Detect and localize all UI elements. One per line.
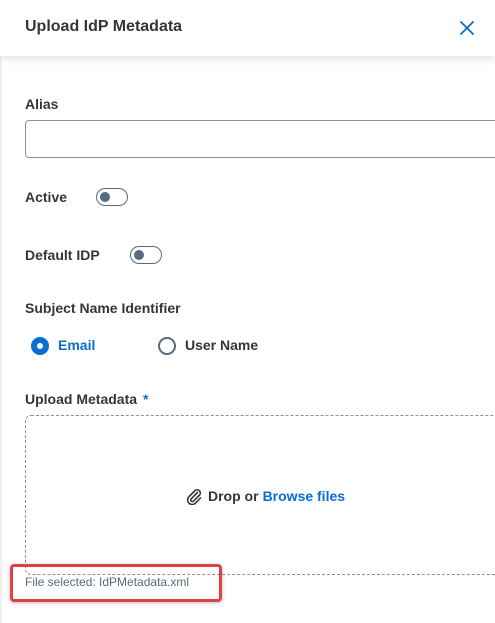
dropzone-prompt: Drop or Browse files (185, 487, 345, 505)
active-label: Active (25, 189, 68, 205)
radio-email-label[interactable]: Email (58, 337, 95, 353)
alias-label: Alias (25, 96, 59, 112)
radio-user-name-label[interactable]: User Name (185, 337, 258, 353)
close-button[interactable] (456, 17, 478, 39)
default-idp-toggle[interactable] (130, 246, 162, 264)
browse-files-link[interactable]: Browse files (263, 488, 345, 504)
active-toggle-knob (100, 192, 110, 202)
dialog-left-edge (0, 56, 2, 623)
default-idp-toggle-knob (134, 250, 144, 260)
alias-input[interactable] (25, 120, 495, 158)
highlight-annotation (10, 564, 222, 602)
upload-metadata-label-text: Upload Metadata (25, 391, 138, 407)
paperclip-icon (186, 489, 202, 505)
upload-metadata-label: Upload Metadata * (25, 391, 148, 407)
close-icon (460, 21, 474, 35)
radio-user-name[interactable] (158, 337, 176, 355)
dialog-header: Upload IdP Metadata (0, 0, 495, 56)
subject-name-identifier-label: Subject Name Identifier (25, 300, 181, 316)
drop-or-text: Drop or (208, 488, 259, 504)
dialog-title: Upload IdP Metadata (25, 18, 183, 35)
required-marker: * (143, 391, 149, 407)
radio-email[interactable] (31, 337, 49, 355)
active-toggle[interactable] (96, 188, 128, 206)
default-idp-label: Default IDP (25, 247, 100, 263)
